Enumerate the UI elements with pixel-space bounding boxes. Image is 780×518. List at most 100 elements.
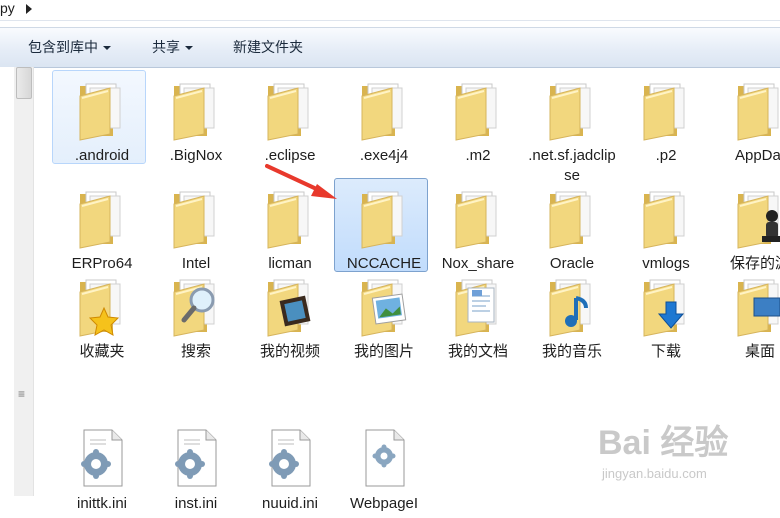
file-label: .android <box>74 147 130 164</box>
file-label: Oracle <box>549 255 595 272</box>
file-item[interactable]: 下载 <box>620 274 712 366</box>
videos-folder-icon <box>258 274 322 338</box>
file-item[interactable]: vmlogs <box>620 186 712 278</box>
file-label: 下载 <box>650 343 681 360</box>
file-item[interactable]: nuuid.ini <box>244 426 336 518</box>
share-label: 共享 <box>152 39 180 55</box>
file-item[interactable]: inst.ini <box>150 426 242 518</box>
searches-folder-icon <box>164 274 228 338</box>
ini-file-icon <box>164 426 228 490</box>
baidu-jingyan-watermark: Bai 经验 jingyan.baidu.com <box>598 423 728 481</box>
folder-icon <box>258 78 322 142</box>
file-item[interactable]: .m2 <box>432 78 524 170</box>
file-label: .m2 <box>465 147 491 164</box>
breadcrumb-segment[interactable]: py <box>0 0 15 16</box>
file-item[interactable]: 我的音乐 <box>526 274 618 366</box>
file-label: 收藏夹 <box>79 343 125 360</box>
navigation-pane[interactable] <box>0 67 15 496</box>
new-folder-label: 新建文件夹 <box>233 39 303 55</box>
saved-games-folder-icon <box>728 186 780 250</box>
file-label: 保存的游 <box>729 255 780 272</box>
folder-icon <box>728 78 780 142</box>
file-item[interactable]: 搜索 <box>150 274 242 366</box>
file-item[interactable]: .p2 <box>620 78 712 170</box>
file-item[interactable]: NCCACHE <box>334 178 430 278</box>
file-item[interactable]: 收藏夹 <box>56 274 148 366</box>
file-item[interactable]: WebpageI <box>338 426 430 518</box>
file-label: WebpageI <box>349 495 419 512</box>
file-label: inittk.ini <box>76 495 128 512</box>
file-label: AppDat <box>734 147 780 164</box>
file-label: inst.ini <box>174 495 218 512</box>
file-item[interactable]: .BigNox <box>150 78 242 170</box>
file-item[interactable]: .eclipse <box>244 78 336 170</box>
desktop-folder-icon <box>728 274 780 338</box>
ini-file-icon <box>258 426 322 490</box>
file-label: 我的视频 <box>259 343 320 360</box>
file-label: 桌面 <box>744 343 775 360</box>
chevron-down-icon <box>185 46 193 51</box>
new-folder-button[interactable]: 新建文件夹 <box>233 28 303 67</box>
scrollbar-thumb[interactable] <box>16 67 32 99</box>
file-label: .net.sf.jadclipse <box>528 147 616 184</box>
address-bar[interactable]: py <box>0 0 780 21</box>
config-file-icon <box>352 426 416 490</box>
file-item[interactable]: Intel <box>150 186 242 278</box>
folder-icon <box>446 186 510 250</box>
folder-icon <box>540 186 604 250</box>
file-item[interactable]: .exe4j4 <box>338 78 430 170</box>
file-item[interactable]: ERPro64 <box>56 186 148 278</box>
file-item[interactable]: 桌面 <box>714 274 780 366</box>
file-label: 我的图片 <box>353 343 414 360</box>
file-label: licman <box>268 255 312 272</box>
pictures-folder-icon <box>352 274 416 338</box>
folder-icon <box>164 78 228 142</box>
documents-folder-icon <box>446 274 510 338</box>
file-label: vmlogs <box>642 255 690 272</box>
file-item[interactable]: 保存的游 <box>714 186 780 278</box>
watermark-brand: Bai 经验 <box>598 423 728 462</box>
file-item[interactable]: Nox_share <box>432 186 524 278</box>
file-label: 我的音乐 <box>541 343 602 360</box>
file-label: Intel <box>181 255 211 272</box>
file-item[interactable]: .android <box>52 70 148 170</box>
folder-icon <box>634 78 698 142</box>
scrollbar-grip-icon[interactable]: ≡ <box>18 387 25 401</box>
file-label: NCCACHE <box>346 255 422 272</box>
folder-icon <box>634 186 698 250</box>
folder-icon <box>70 186 134 250</box>
file-label: .BigNox <box>169 147 223 164</box>
folder-icon <box>352 186 416 250</box>
file-label: .exe4j4 <box>359 147 409 164</box>
folder-icon <box>70 78 134 142</box>
file-item[interactable]: 我的视频 <box>244 274 336 366</box>
file-label: .p2 <box>655 147 677 164</box>
include-in-library-label: 包含到库中 <box>28 39 98 55</box>
folder-icon <box>352 78 416 142</box>
file-item[interactable]: 我的图片 <box>338 274 430 366</box>
file-item[interactable]: inittk.ini <box>56 426 148 518</box>
annotation-arrow <box>265 164 337 199</box>
folder-icon <box>446 78 510 142</box>
favorites-folder-icon <box>70 274 134 338</box>
file-item[interactable]: .net.sf.jadclipse <box>526 78 618 184</box>
file-label: 我的文档 <box>447 343 508 360</box>
command-toolbar: 包含到库中 共享 新建文件夹 <box>0 27 780 68</box>
file-item[interactable]: AppDat <box>714 78 780 170</box>
chevron-right-icon[interactable] <box>26 4 32 14</box>
share-button[interactable]: 共享 <box>152 28 193 67</box>
folder-icon <box>164 186 228 250</box>
nav-scrollbar[interactable]: ≡ <box>14 67 34 496</box>
music-folder-icon <box>540 274 604 338</box>
downloads-folder-icon <box>634 274 698 338</box>
include-in-library-button[interactable]: 包含到库中 <box>28 28 111 67</box>
watermark-url: jingyan.baidu.com <box>601 466 707 481</box>
ini-file-icon <box>70 426 134 490</box>
file-label: nuuid.ini <box>262 495 318 512</box>
chevron-down-icon <box>103 46 111 51</box>
file-label: Nox_share <box>441 255 515 272</box>
file-item[interactable]: 我的文档 <box>432 274 524 366</box>
file-label: ERPro64 <box>71 255 133 272</box>
folder-icon <box>540 78 604 142</box>
file-item[interactable]: Oracle <box>526 186 618 278</box>
